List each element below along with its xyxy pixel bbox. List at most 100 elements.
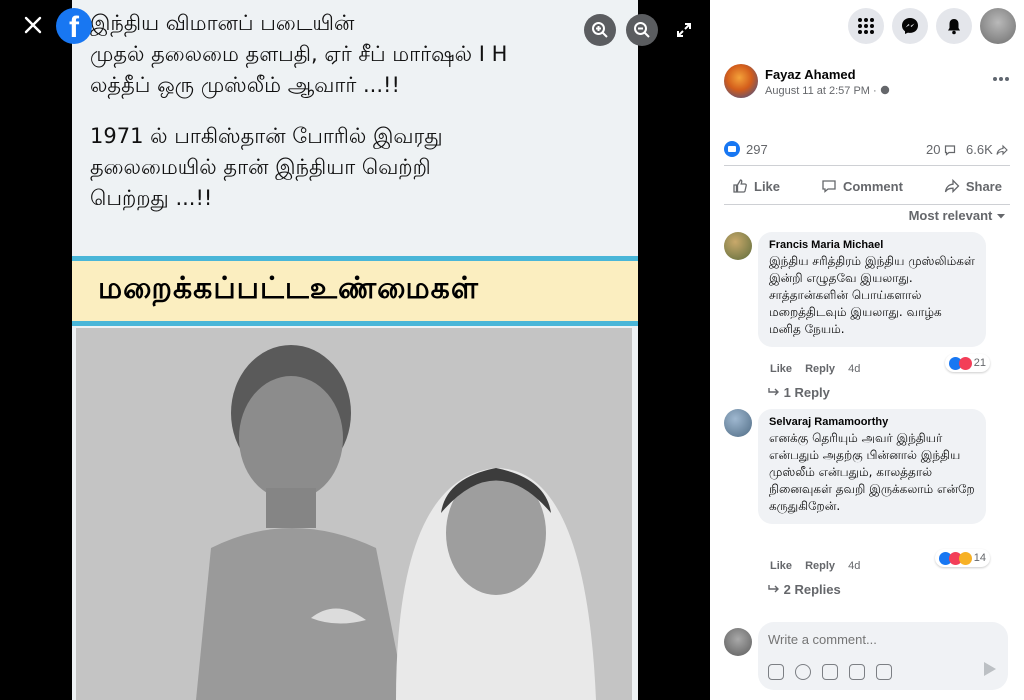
image-text-line: தலைமையில் தான் இந்தியா வெற்றி [90,155,431,179]
comment-sort-dropdown[interactable]: Most relevant [909,208,1006,223]
thumbs-up-icon [733,179,747,193]
sticker-icon[interactable] [876,664,892,680]
share-label: Share [965,178,1002,194]
portrait-photo [76,328,632,700]
commenter-name[interactable]: Selvaraj Ramamoorthy [769,416,975,428]
image-text-line: முதல் தலைமை தளபதி, ஏர் சீப் மார்ஷல் I H [90,42,508,66]
global-header [710,0,1024,52]
share-count[interactable]: 6.6K [966,142,1009,157]
reply-arrow-icon [768,585,779,593]
view-replies-link[interactable]: 2 Replies [768,582,841,597]
share-arrow-icon [996,144,1009,156]
commenter-name[interactable]: Francis Maria Michael [769,239,975,251]
comment-composer [724,622,1010,694]
post-actions: Like Comment Share [724,169,1010,203]
share-count-value: 6.6K [966,142,993,157]
globe-icon [880,85,889,95]
like-reaction-icon[interactable] [724,140,740,157]
like-label: Like [754,178,781,194]
sort-label: Most relevant [908,208,993,223]
zoom-out-button[interactable] [626,14,658,46]
post-timestamp[interactable]: August 11 at 2:57 PM · [765,85,890,97]
divider [724,165,1010,166]
comment-like-link[interactable]: Like [770,363,792,375]
notifications-button[interactable] [936,8,972,44]
messenger-icon [902,18,918,34]
comment-bubble: Selvaraj Ramamoorthy எனக்கு தெரியும் அவர… [758,409,986,524]
emoji-icon[interactable] [795,664,811,680]
current-user-avatar[interactable] [724,628,752,656]
commenter-avatar[interactable] [724,232,752,260]
view-replies-link[interactable]: 1 Reply [768,385,830,400]
like-button[interactable]: Like [724,169,788,203]
image-text-line: பெற்றது ...!! [90,186,213,210]
photo-viewer: இந்திய விமானப் படையின் முதல் தலைமை தளபதி… [0,0,710,700]
love-reaction-icon [958,356,972,370]
ellipsis-icon [993,77,1009,81]
facebook-logo-icon[interactable]: f [56,8,92,44]
comment-age[interactable]: 4d [848,560,860,572]
comment-reactions[interactable]: 21 [944,354,990,372]
comment-input[interactable] [768,632,998,647]
reply-arrow-icon [768,388,779,396]
zoom-in-button[interactable] [584,14,616,46]
comment-reactions[interactable]: 14 [934,549,990,567]
comment-bubble: Francis Maria Michael இந்திய சரித்திரம் … [758,232,986,347]
close-button[interactable] [20,14,46,40]
close-icon [24,16,42,34]
reaction-summary: 297 20 6.6K [724,140,1014,160]
comment-item: Francis Maria Michael இந்திய சரித்திரம் … [724,232,1010,402]
share-icon [944,178,960,194]
expand-icon [677,23,691,37]
fullscreen-button[interactable] [668,14,700,46]
author-name[interactable]: Fayaz Ahamed [765,67,856,82]
post-details-panel: Fayaz Ahamed August 11 at 2:57 PM · 297 … [710,52,1024,700]
gif-icon[interactable] [849,664,865,680]
profile-avatar-button[interactable] [980,8,1016,44]
comment-actions: Like Reply 4d [770,560,870,572]
divider [724,204,1010,205]
more-options-button[interactable] [992,69,1010,87]
comment-reaction-count: 21 [973,357,986,369]
comment-count[interactable]: 20 [926,142,956,157]
comment-icon [822,180,836,193]
care-reaction-icon [958,551,972,565]
post-image[interactable]: இந்திய விமானப் படையின் முதல் தலைமை தளபதி… [72,0,638,700]
send-icon[interactable] [984,662,996,676]
comment-reaction-count: 14 [973,552,986,564]
comment-count-value: 20 [926,142,941,157]
comment-button[interactable]: Comment [813,169,911,203]
comment-like-link[interactable]: Like [770,560,792,572]
commenter-avatar[interactable] [724,409,752,437]
messenger-button[interactable] [892,8,928,44]
camera-icon[interactable] [822,664,838,680]
image-text-line: லத்தீப் ஒரு முஸ்லீம் ஆவார் ...!! [90,73,400,97]
comment-reply-link[interactable]: Reply [805,560,835,572]
author-avatar[interactable] [724,64,758,98]
banner-text: மறைக்கப்பட்டஉண்மைகள் [98,271,479,306]
comment-item: Selvaraj Ramamoorthy எனக்கு தெரியும் அவர… [724,409,1010,599]
image-caption-text: இந்திய விமானப் படையின் முதல் தலைமை தளபதி… [90,8,630,214]
comment-actions: Like Reply 4d [770,363,870,375]
chevron-down-icon [997,214,1005,219]
comment-text: இந்திய சரித்திரம் இந்திய முஸ்லிம்கள் இன்… [769,254,975,336]
image-text-line: 1971 ல் பாகிஸ்தான் போரில் இவரது [90,124,443,148]
post-header: Fayaz Ahamed August 11 at 2:57 PM · [724,64,1014,104]
image-banner: மறைக்கப்பட்டஉண்மைகள் [72,256,638,326]
reaction-count[interactable]: 297 [746,142,768,157]
replies-count: 2 Replies [783,582,841,597]
comment-label: Comment [842,178,903,194]
comment-age[interactable]: 4d [848,363,860,375]
comment-text: எனக்கு தெரியும் அவர் இந்தியர் என்பதும் அ… [769,431,975,513]
comment-reply-link[interactable]: Reply [805,363,835,375]
menu-button[interactable] [848,8,884,44]
image-text-line: இந்திய விமானப் படையின் [90,11,355,35]
avatar-sticker-icon[interactable] [768,664,784,680]
comment-input-box [758,622,1008,690]
comment-bubble-icon [944,145,956,156]
composer-tools [768,664,892,680]
bell-icon [948,19,960,35]
grid-menu-icon [858,18,874,34]
zoom-in-icon [592,22,608,38]
share-button[interactable]: Share [936,169,1010,203]
